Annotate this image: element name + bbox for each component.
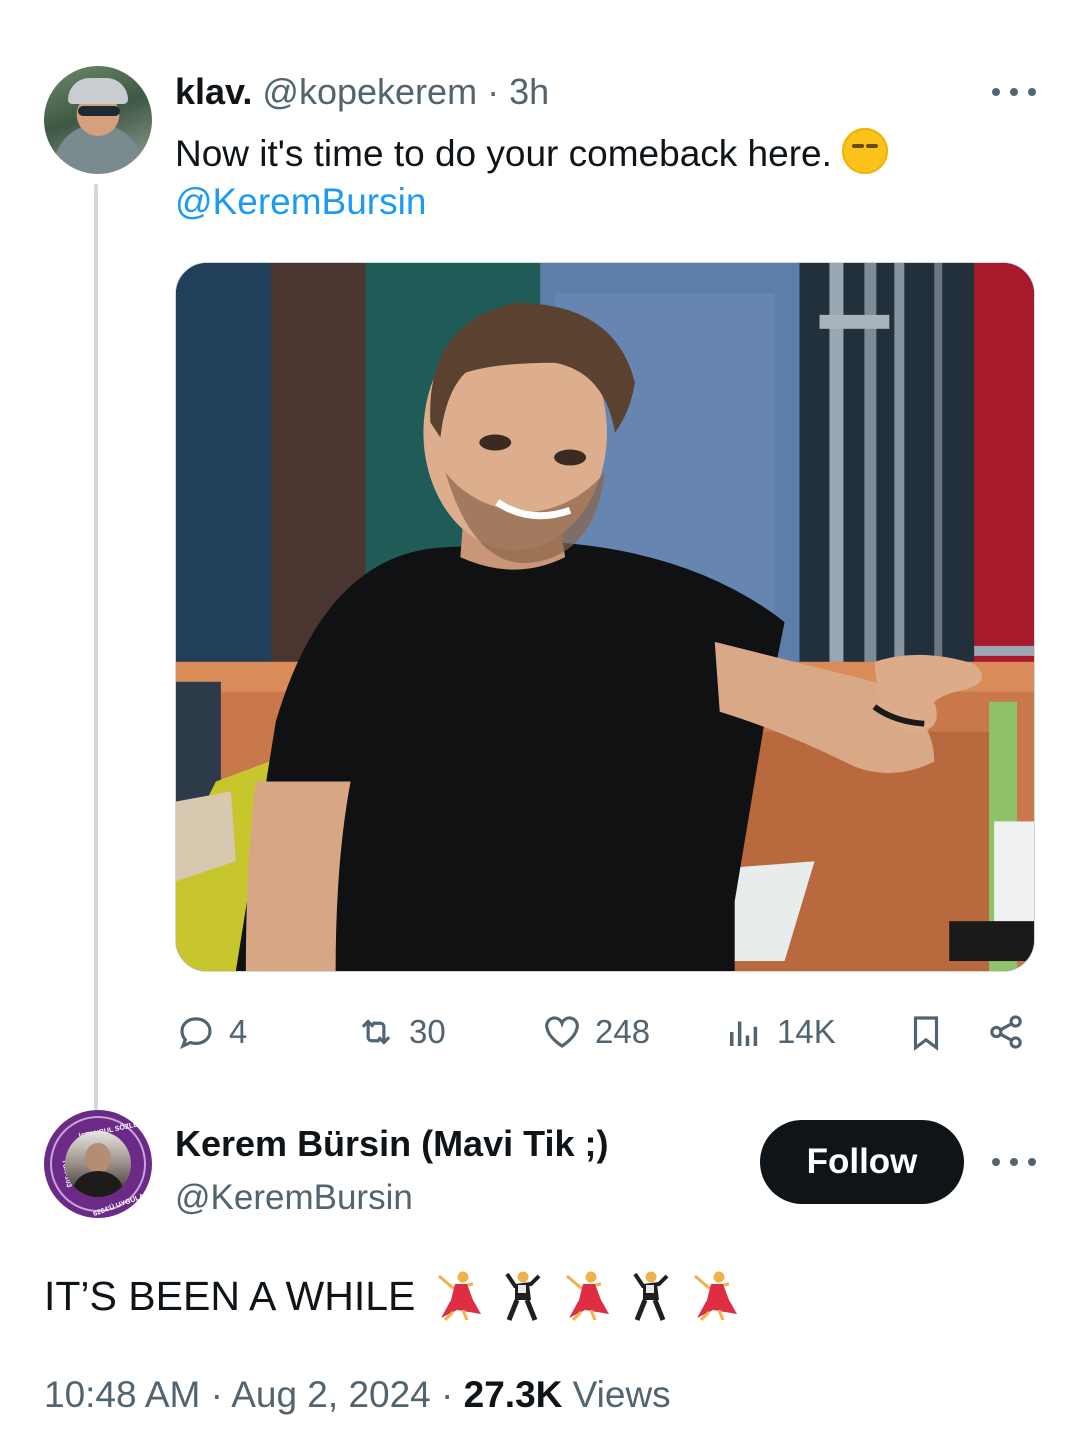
tweet-time[interactable]: 10:48 AM bbox=[44, 1374, 200, 1415]
thread-line bbox=[94, 184, 98, 1110]
views-action[interactable]: 14K bbox=[723, 1008, 836, 1056]
separator: · bbox=[477, 71, 510, 112]
woman-dancing-icon bbox=[694, 1271, 738, 1322]
avatar-photo bbox=[65, 1131, 131, 1197]
repost-action[interactable]: 30 bbox=[355, 1008, 446, 1056]
tweet-action-bar: 4 30 248 14K bbox=[175, 1008, 1035, 1056]
share-action[interactable] bbox=[985, 1008, 1027, 1056]
smirking-face-emoji-icon bbox=[841, 128, 888, 174]
tweet-text: Now it's time to do your comeback here. bbox=[175, 128, 888, 176]
repost-count: 30 bbox=[409, 1013, 446, 1050]
reply-handle[interactable]: @KeremBursin bbox=[175, 1176, 413, 1220]
views-count: 14K bbox=[777, 1013, 836, 1050]
views-total: 27.3K bbox=[463, 1374, 563, 1415]
man-dancing-icon bbox=[633, 1271, 669, 1321]
bookmark-icon bbox=[913, 1016, 939, 1051]
display-name[interactable]: klav. bbox=[175, 71, 252, 112]
views-label: Views bbox=[562, 1374, 671, 1415]
tweet-time[interactable]: 3h bbox=[509, 71, 549, 112]
man-dancing-icon bbox=[505, 1271, 541, 1321]
dancing-emojis bbox=[433, 1270, 739, 1322]
reply-action[interactable]: 4 bbox=[175, 1008, 247, 1056]
separator: · bbox=[430, 1374, 464, 1415]
parent-tweet-header: klav. @kopekerem · 3h bbox=[175, 70, 549, 114]
woman-dancing-icon bbox=[566, 1271, 610, 1322]
reply-tweet-text: IT’S BEEN A WHILE bbox=[44, 1270, 739, 1322]
like-count: 248 bbox=[595, 1013, 651, 1050]
reply-count: 4 bbox=[229, 1013, 248, 1050]
separator: · bbox=[200, 1374, 232, 1415]
like-action[interactable]: 248 bbox=[541, 1008, 650, 1056]
reply-icon bbox=[179, 1017, 212, 1050]
tweet-text-body: Now it's time to do your comeback here. bbox=[175, 133, 832, 174]
tweet-date[interactable]: Aug 2, 2024 bbox=[231, 1374, 431, 1415]
tweet-timestamp-line: 10:48 AM · Aug 2, 2024 · 27.3K Views bbox=[44, 1372, 671, 1418]
reply-text-body: IT’S BEEN A WHILE bbox=[44, 1273, 416, 1319]
heart-icon bbox=[545, 1016, 579, 1048]
more-options-icon[interactable] bbox=[992, 82, 1036, 102]
tweet-photo[interactable] bbox=[175, 262, 1035, 972]
avatar-glasses bbox=[78, 106, 120, 116]
reply-more-options-icon[interactable] bbox=[992, 1152, 1036, 1172]
bookmark-action[interactable] bbox=[905, 1008, 947, 1056]
handle[interactable]: @kopekerem bbox=[262, 71, 477, 112]
share-icon bbox=[990, 1015, 1022, 1049]
avatar-keremburs[interactable]: İSTANBUL SÖZLEŞMESİ YAŞATIR TCK-103 6284… bbox=[44, 1110, 152, 1218]
reply-display-name[interactable]: Kerem Bürsin (Mavi Tik ;) bbox=[175, 1122, 608, 1166]
photo-illustration bbox=[176, 263, 1034, 971]
avatar-cap bbox=[68, 78, 128, 104]
avatar-kopekerem[interactable] bbox=[44, 66, 152, 174]
follow-button[interactable]: Follow bbox=[760, 1120, 964, 1204]
woman-dancing-icon bbox=[438, 1271, 482, 1322]
repost-icon bbox=[361, 1019, 391, 1045]
views-chart-icon bbox=[730, 1021, 758, 1046]
mention-link[interactable]: @KeremBursin bbox=[175, 180, 426, 224]
